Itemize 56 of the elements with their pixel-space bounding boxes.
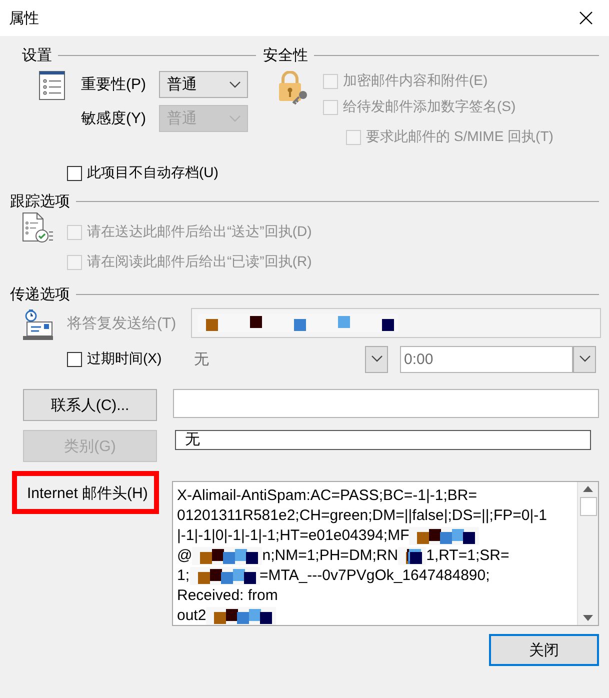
time-field[interactable]: 0:00 [400,346,573,372]
checkbox-label: 请在送达此邮件后给出“送达”回执(D) [87,223,312,241]
scrollbar[interactable] [577,482,598,625]
header-text: @ [177,546,192,566]
chevron-down-icon [229,114,241,122]
header-text: X-Alimail-AntiSpam:AC=PASS;BC=-1|-1;BR= [177,486,477,506]
checkbox[interactable] [67,352,82,366]
contacts-field[interactable] [173,389,599,418]
scroll-thumb[interactable] [580,497,596,516]
mail-timer-icon [22,309,54,341]
field-label: 敏感度(Y) [81,109,147,128]
headers-textarea[interactable] [172,481,599,626]
header-text: out2 [177,606,206,625]
header-text: 1; [177,566,190,586]
header-text: |-1|-1|0|-1|-1|-1;HT=e01e04394;MF [177,526,410,546]
mosaic-drawing [190,567,260,585]
header-text: 01201311R581e2;CH=green;DM=||false|;DS=||;FP=0|-1 [177,506,547,526]
checkbox-label: 请在阅读此邮件后给出“已读”回执(R) [87,253,312,271]
field-label: 重要性(P) [81,75,147,94]
mosaic-drawing [398,547,426,565]
mosaic-drawing [192,547,262,565]
document-check-icon [22,212,54,244]
header-text: =MTA_---0v7PVgOk_1647484890; [260,566,490,586]
scroll-down-icon [582,614,594,622]
header-text: n;NM=1;PH=DM;RN [262,546,398,566]
field-label: 将答复发送给(T) [67,314,176,332]
dropdown[interactable]: 普通 [159,71,248,98]
dropdown-button[interactable] [573,346,596,372]
checkbox-label: 加密邮件内容和附件(E) [343,72,488,90]
contacts-button[interactable]: 联系人(C)... [23,389,157,421]
mosaic-drawing [206,607,276,625]
scroll-up-icon [582,485,594,493]
section-heading: 传递选项 [10,284,70,304]
header-text: Received: from [177,586,278,606]
field-label: Internet 邮件头(H) [27,485,148,502]
date-value: 无 [193,350,210,368]
checkbox[interactable] [67,166,82,180]
list-icon [39,71,65,100]
close-button[interactable]: 关闭 [489,634,599,666]
checkbox-label: 给待发邮件添加数字签名(S) [343,98,516,116]
categories-field: 无 [175,430,591,450]
chevron-down-icon [370,355,382,363]
lock-key-icon [277,71,309,105]
checkbox-label: 过期时间(X) [87,350,162,368]
chevron-down-icon [578,355,590,363]
checkbox-label: 此项目不自动存档(U) [87,164,218,182]
checkbox-label: 要求此邮件的 S/MIME 回执(T) [366,128,554,146]
close-icon[interactable] [579,11,593,25]
mosaic-drawing [409,527,480,545]
section-heading: 跟踪选项 [10,192,70,210]
dropdown-button[interactable] [365,346,388,372]
window-title: 属性 [9,8,39,28]
chevron-down-icon [229,80,241,88]
section-heading: 设置 [22,46,52,64]
header-text: 1,RT=1;SR= [426,546,510,566]
section-heading: 安全性 [263,46,308,64]
